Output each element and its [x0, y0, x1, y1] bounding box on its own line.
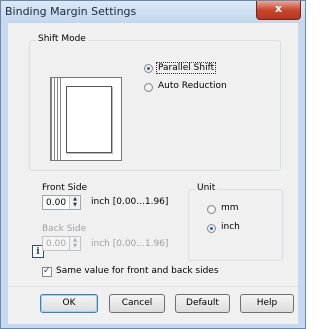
spin-down-icon: ▼ [73, 243, 77, 249]
dialog-body: Shift Mode Parallel Shift Auto Reduction… [8, 23, 298, 324]
unit-mm-radio[interactable] [207, 205, 216, 214]
front-side-label: Front Side [42, 183, 88, 193]
unit-inch-label[interactable]: inch [221, 222, 240, 232]
page-preview-graphic [66, 86, 112, 153]
front-side-range: inch [0.00...1.96] [91, 197, 169, 207]
front-side-value[interactable]: 0.00 [46, 198, 66, 208]
help-button[interactable]: Help [240, 294, 294, 313]
same-value-label[interactable]: Same value for front and back sides [56, 266, 219, 276]
back-side-label: Back Side [42, 224, 87, 234]
binding-preview [50, 77, 122, 161]
parallel-shift-radio[interactable] [144, 64, 153, 73]
parallel-shift-label[interactable]: Parallel Shift [156, 62, 217, 74]
binding-edge-graphic [51, 78, 61, 160]
default-button[interactable]: Default [175, 294, 230, 313]
unit-inch-radio[interactable] [207, 224, 216, 233]
cancel-button[interactable]: Cancel [109, 294, 165, 313]
button-separator [8, 286, 298, 287]
back-side-stepper[interactable]: 0.00 ▲ ▼ [42, 236, 81, 251]
auto-reduction-label[interactable]: Auto Reduction [158, 81, 227, 91]
unit-group: Unit mm inch [188, 183, 283, 261]
front-side-spin-buttons[interactable]: ▲ ▼ [69, 196, 80, 209]
back-side-value: 0.00 [46, 239, 67, 249]
title-bar[interactable]: Binding Margin Settings x [1, 1, 305, 23]
back-side-range: inch [0.00...1.96] [91, 239, 169, 249]
front-side-stepper[interactable]: 0.00 ▲ ▼ [42, 195, 81, 210]
spin-down-icon[interactable]: ▼ [70, 202, 80, 208]
auto-reduction-radio[interactable] [144, 83, 153, 92]
close-button[interactable]: x [256, 1, 301, 20]
window-title: Binding Margin Settings [5, 5, 137, 18]
same-value-checkbox[interactable] [42, 266, 52, 277]
unit-mm-label[interactable]: mm [221, 203, 239, 213]
ok-button[interactable]: OK [40, 294, 98, 313]
shift-mode-legend: Shift Mode [36, 34, 88, 44]
dialog-window: Binding Margin Settings x Shift Mode Par… [0, 0, 306, 329]
shift-mode-group: Shift Mode Parallel Shift Auto Reduction [29, 34, 281, 171]
close-icon: x [274, 2, 283, 15]
back-side-spin-buttons: ▲ ▼ [69, 237, 80, 250]
unit-legend: Unit [195, 183, 218, 193]
